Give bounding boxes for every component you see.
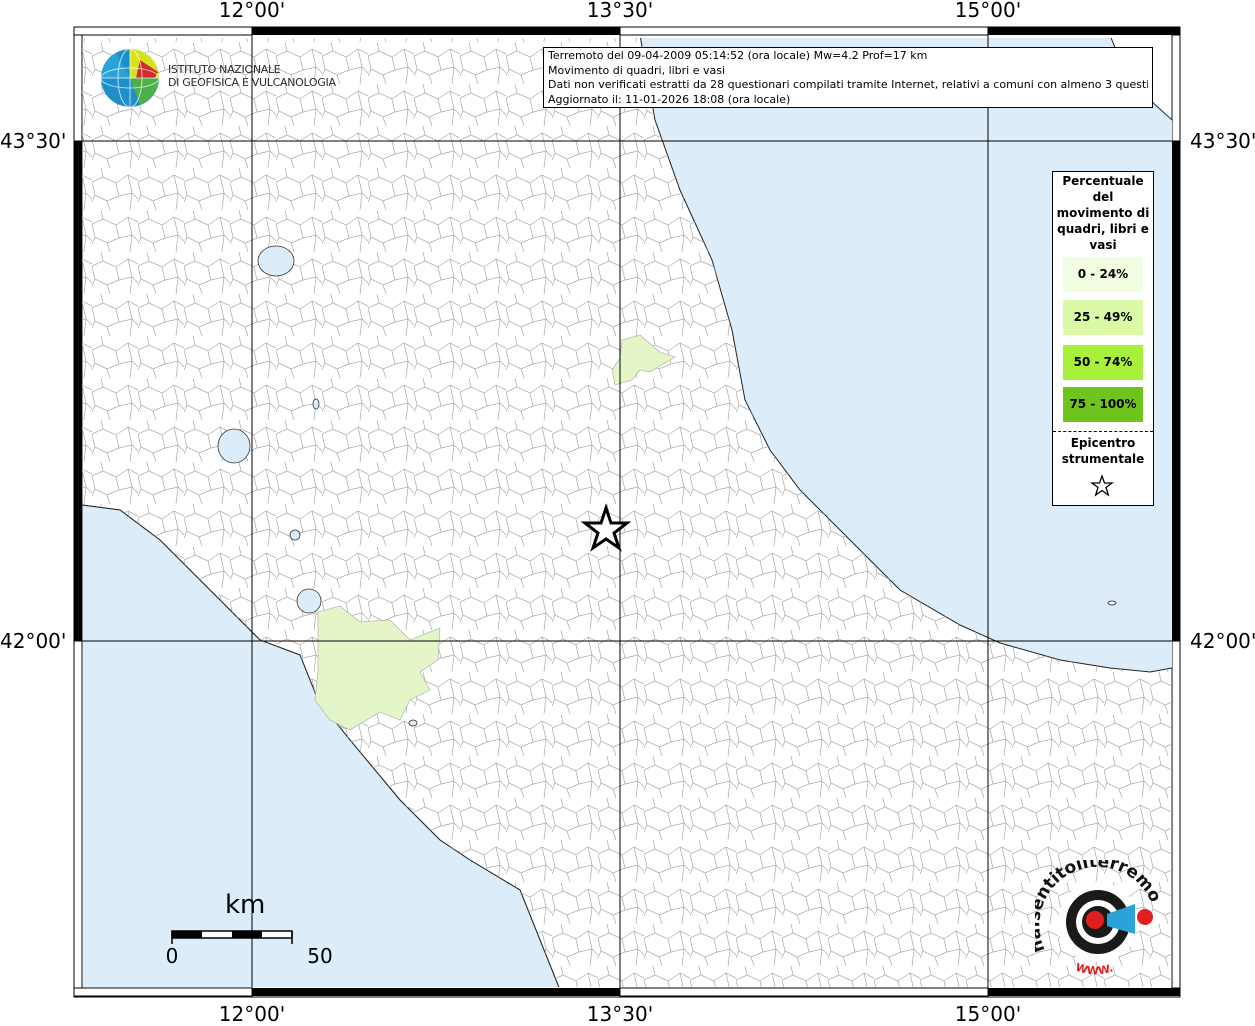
lat-label-right-42: 42°00' — [1190, 629, 1255, 653]
lon-label-top-13-30: 13°30' — [586, 0, 654, 22]
lat-label-left-43-30: 43°30' — [0, 129, 67, 153]
legend-title: Percentuale del movimento di quadri, lib… — [1056, 174, 1150, 252]
institute-line1: ISTITUTO NAZIONALE — [168, 63, 281, 76]
lon-label-bottom-12: 12°00' — [218, 1002, 286, 1026]
institute-name: ISTITUTO NAZIONALE DI GEOFISICA E VULCAN… — [168, 63, 336, 89]
legend-separator — [1053, 431, 1153, 432]
legend-epicenter-label: Epicentro strumentale — [1061, 436, 1145, 466]
legend-class-50-74: 50 - 74% — [1063, 345, 1143, 380]
scale-max-label: 50 — [307, 944, 333, 968]
legend-class-75-100: 75 - 100% — [1063, 387, 1143, 422]
lake-trasimeno — [257, 245, 295, 277]
scale-unit: km — [225, 890, 266, 920]
lon-label-top-15: 15°00' — [954, 0, 1022, 22]
lake-bolsena — [217, 428, 251, 464]
lake-bracciano — [296, 588, 322, 614]
data-note: Dati non verificati estratti da 28 quest… — [548, 78, 1148, 91]
lon-label-bottom-13-30: 13°30' — [586, 1002, 654, 1026]
scale-min-label: 0 — [165, 944, 179, 968]
legend: Percentuale del movimento di quadri, lib… — [1052, 171, 1154, 506]
legend-class-25-49: 25 - 49% — [1063, 300, 1143, 335]
star-outline-icon — [1090, 474, 1114, 497]
updated-line: Aggiornato il: 11-01-2026 18:08 (ora loc… — [548, 92, 791, 106]
institute-line2: DI GEOFISICA E VULCANOLOGIA — [168, 76, 336, 89]
lat-label-right-43-30: 43°30' — [1190, 129, 1255, 153]
lon-label-top-12: 12°00' — [218, 0, 286, 22]
lake-vico — [289, 529, 301, 541]
lon-label-bottom-15: 15°00' — [954, 1002, 1022, 1026]
effect-line: Movimento di quadri, libri e vasi — [548, 63, 726, 77]
badge-text-bottom: WWW. — [1074, 961, 1115, 978]
lat-label-left-42: 42°00' — [0, 629, 67, 653]
svg-text:WWW.: WWW. — [1074, 961, 1115, 978]
ingv-globe-icon — [100, 48, 160, 108]
event-line: Terremoto del 09-04-2009 05:14:52 (ora l… — [548, 49, 928, 62]
event-info-box: Terremoto del 09-04-2009 05:14:52 (ora l… — [543, 47, 1153, 108]
lake-small — [312, 398, 320, 410]
haisentitoilterremoto-logo-icon: haisentitoilterremoto.it WWW. — [1024, 845, 1165, 980]
legend-class-0-24: 0 - 24% — [1063, 257, 1143, 292]
